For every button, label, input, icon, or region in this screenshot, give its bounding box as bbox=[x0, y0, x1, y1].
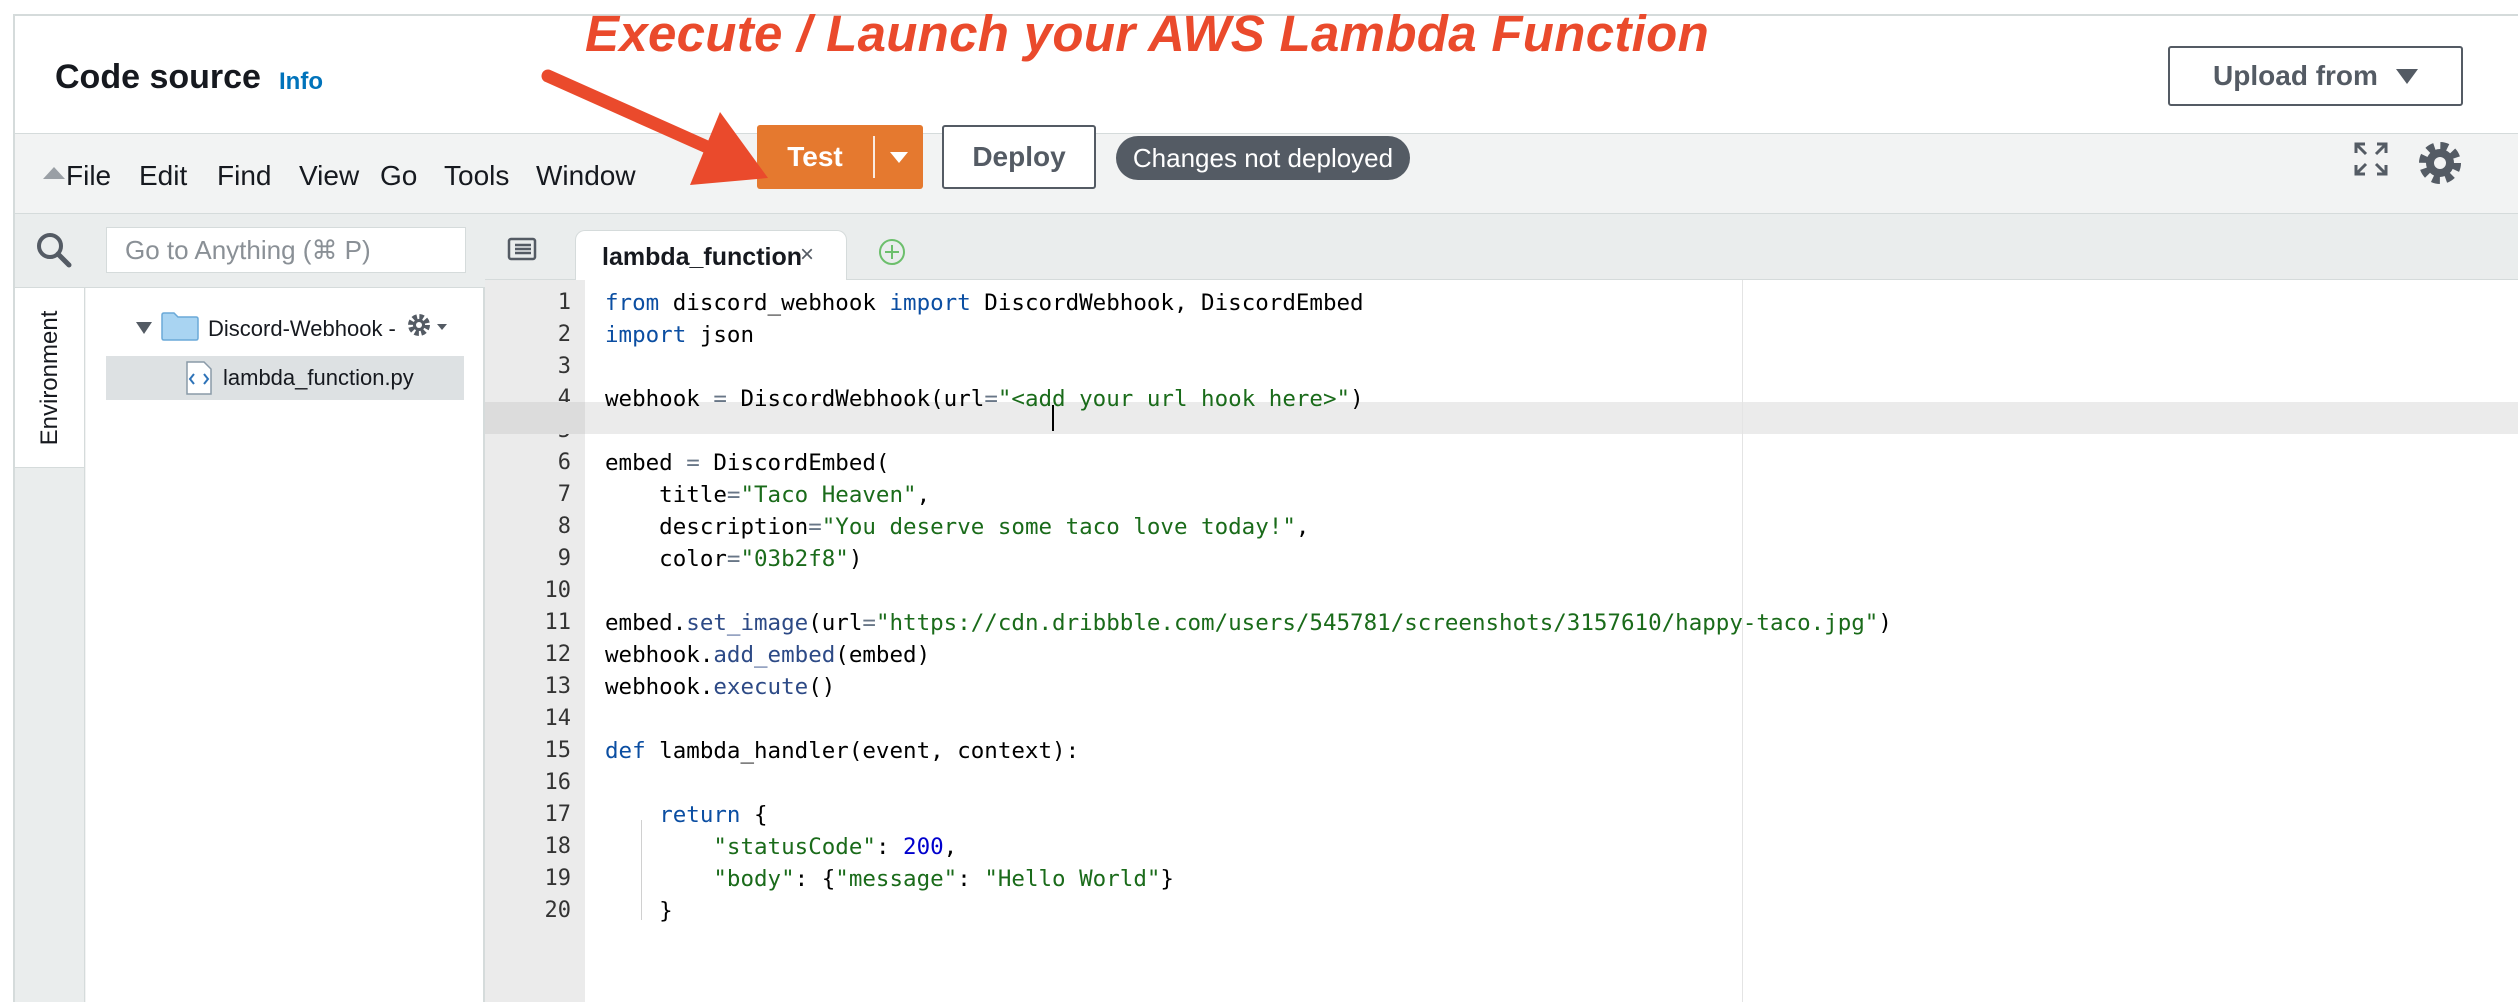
code-line: webhook = DiscordWebhook(url="<add your … bbox=[605, 386, 1364, 412]
upload-from-label: Upload from bbox=[2213, 60, 2378, 91]
line-number[interactable]: 8 bbox=[485, 514, 571, 539]
gear-icon[interactable] bbox=[404, 310, 434, 340]
line-number[interactable]: 14 bbox=[485, 706, 572, 731]
line-number[interactable]: 19 bbox=[485, 866, 572, 891]
code-line: def lambda_handler(event, context): bbox=[605, 738, 1080, 764]
code-line: } bbox=[605, 898, 673, 924]
collapse-icon[interactable] bbox=[43, 167, 65, 179]
menu-view[interactable]: View bbox=[299, 160, 359, 192]
code-line: webhook.execute() bbox=[605, 674, 836, 700]
line-number[interactable]: 3 bbox=[485, 354, 571, 379]
menu-edit[interactable]: Edit bbox=[139, 160, 187, 192]
search-icon[interactable] bbox=[35, 231, 73, 269]
sidebar-search-row bbox=[15, 214, 485, 288]
line-number[interactable]: 17 bbox=[485, 802, 572, 827]
menu-tools[interactable]: Tools bbox=[444, 160, 509, 192]
code-line: webhook.add_embed(embed) bbox=[605, 642, 931, 668]
file-name: lambda_function.py bbox=[223, 365, 414, 390]
code-line: title="Taco Heaven", bbox=[605, 482, 931, 508]
code-line: embed = DiscordEmbed( bbox=[605, 450, 890, 476]
chevron-down-icon bbox=[2395, 68, 2418, 84]
tab-environment[interactable]: Environment bbox=[15, 288, 85, 468]
info-link[interactable]: Info bbox=[279, 68, 323, 96]
folder-icon bbox=[161, 312, 199, 341]
menu-file[interactable]: File bbox=[66, 160, 111, 192]
line-number[interactable]: 16 bbox=[485, 770, 572, 795]
gear-icon[interactable] bbox=[2414, 137, 2466, 189]
annotation-heading: Execute / Launch your AWS Lambda Functio… bbox=[585, 5, 1710, 62]
line-number[interactable]: 13 bbox=[485, 674, 572, 699]
text-cursor bbox=[1052, 405, 1054, 431]
deploy-button[interactable]: Deploy bbox=[942, 125, 1096, 189]
annotation-arrow-icon bbox=[541, 69, 768, 185]
line-number[interactable]: 1 bbox=[485, 290, 571, 315]
line-number[interactable]: 18 bbox=[485, 834, 572, 859]
add-tab-icon[interactable] bbox=[877, 237, 907, 267]
folder-name[interactable]: Discord-Webhook - bbox=[208, 316, 396, 342]
code-line: color="03b2f8") bbox=[605, 546, 863, 572]
code-line: from discord_webhook import DiscordWebho… bbox=[605, 290, 1364, 316]
tab-label: lambda_function bbox=[602, 243, 803, 271]
file-tree: Discord-Webhook - lambda_function.py bbox=[86, 288, 485, 1002]
line-number[interactable]: 10 bbox=[485, 578, 572, 603]
line-number[interactable]: 9 bbox=[485, 546, 571, 571]
status-badge: Changes not deployed bbox=[1116, 136, 1410, 180]
tab-list-icon[interactable] bbox=[507, 237, 537, 261]
active-line-gutter bbox=[485, 402, 585, 434]
menu-go[interactable]: Go bbox=[380, 160, 417, 192]
test-dropdown-toggle[interactable] bbox=[875, 151, 923, 163]
line-number[interactable]: 11 bbox=[485, 610, 572, 635]
tab-lambda-function[interactable]: lambda_function × bbox=[575, 230, 847, 281]
environment-tab-label: Environment bbox=[36, 310, 63, 446]
code-line: "body": {"message": "Hello World"} bbox=[713, 866, 1174, 892]
upload-from-button[interactable]: Upload from bbox=[2168, 46, 2463, 106]
code-editor[interactable]: from discord_webhook import DiscordWebho… bbox=[585, 280, 2518, 1002]
file-tree-item[interactable]: lambda_function.py bbox=[106, 356, 464, 400]
fullscreen-icon[interactable] bbox=[2353, 141, 2389, 177]
close-icon[interactable]: × bbox=[800, 241, 814, 269]
line-number[interactable]: 15 bbox=[485, 738, 572, 763]
print-margin bbox=[1742, 280, 1743, 1002]
line-number[interactable]: 7 bbox=[485, 482, 571, 507]
sidebar-tab-strip: Environment bbox=[15, 288, 85, 1002]
menu-find[interactable]: Find bbox=[217, 160, 271, 192]
editor-tab-bar: lambda_function × bbox=[485, 214, 2518, 281]
python-file-icon bbox=[186, 361, 212, 395]
line-number[interactable]: 12 bbox=[485, 642, 572, 667]
line-number[interactable]: 2 bbox=[485, 322, 571, 347]
expand-arrow-icon[interactable] bbox=[136, 322, 152, 334]
code-line: embed.set_image(url="https://cdn.dribbbl… bbox=[605, 610, 1892, 636]
code-line: "statusCode": 200, bbox=[713, 834, 958, 860]
code-line: import json bbox=[605, 322, 755, 348]
chevron-down-icon bbox=[890, 151, 908, 163]
chevron-down-icon[interactable] bbox=[437, 324, 447, 330]
code-line: return { bbox=[659, 802, 768, 828]
page-title: Code source bbox=[55, 58, 261, 96]
line-number-gutter: 1234567891011121314151617181920 bbox=[485, 280, 585, 1002]
go-to-anything-input[interactable] bbox=[106, 227, 466, 273]
code-line: description="You deserve some taco love … bbox=[605, 514, 1310, 540]
line-number[interactable]: 20 bbox=[485, 898, 572, 923]
line-number[interactable]: 6 bbox=[485, 450, 571, 475]
